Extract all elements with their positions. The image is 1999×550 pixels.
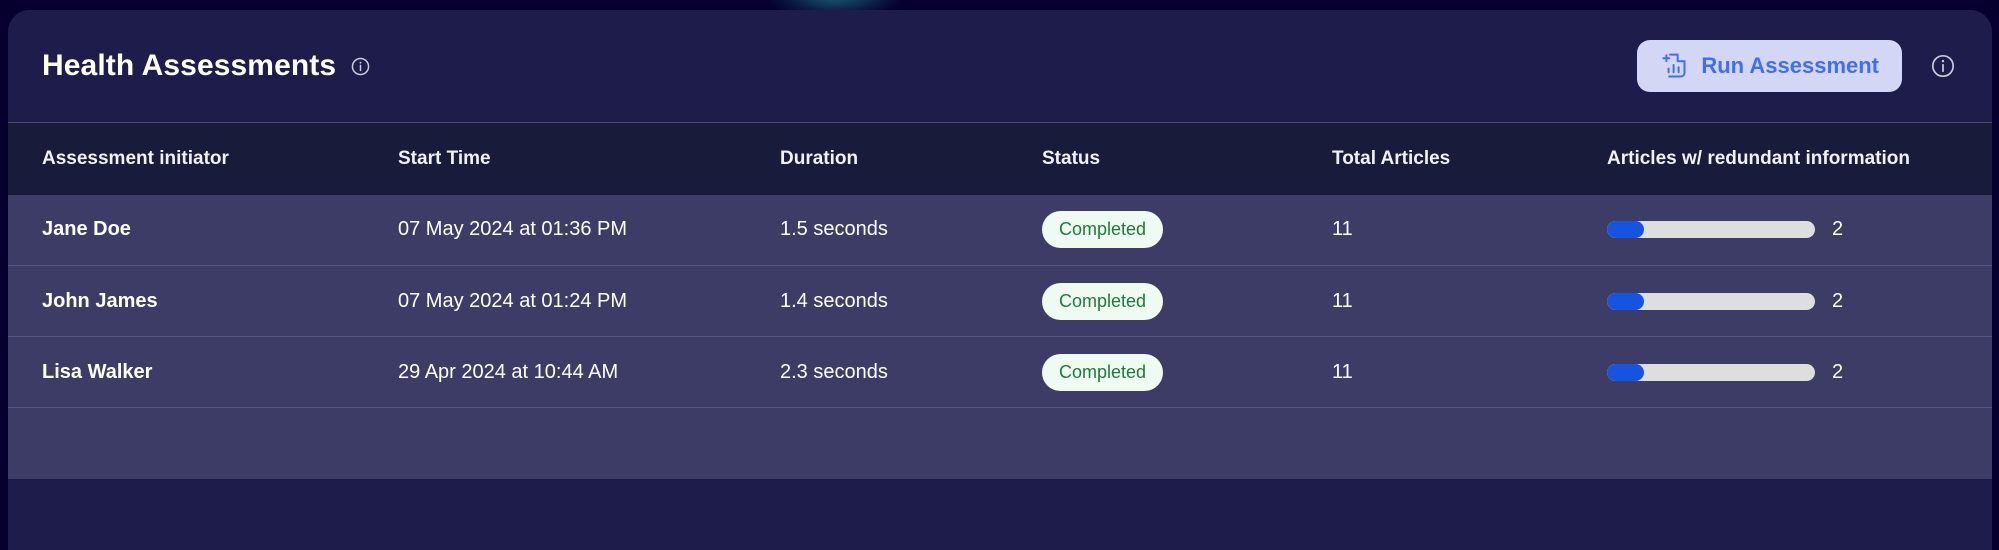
cell-status bbox=[1042, 408, 1332, 479]
health-assessments-card: Health Assessments Run Assessment Assess… bbox=[8, 10, 1992, 550]
card-header: Health Assessments Run Assessment bbox=[8, 10, 1992, 122]
status-badge: Completed bbox=[1042, 353, 1164, 391]
cell-start-time bbox=[398, 408, 780, 479]
cell-duration bbox=[780, 408, 1042, 479]
redundant-progress-bar bbox=[1607, 363, 1815, 381]
title-group: Health Assessments bbox=[42, 49, 371, 83]
cell-redundant-articles bbox=[1607, 408, 1992, 479]
cell-status: Completed bbox=[1042, 337, 1332, 408]
redundant-progress-fill bbox=[1607, 363, 1645, 381]
column-header-status[interactable]: Status bbox=[1042, 122, 1332, 195]
cell-status: Completed bbox=[1042, 266, 1332, 337]
cell-initiator bbox=[8, 408, 398, 479]
cell-total-articles: 11 bbox=[1332, 289, 1353, 312]
redundant-progress-fill bbox=[1607, 221, 1645, 239]
cell-redundant-articles: 2 bbox=[1607, 195, 1992, 266]
redundant-count: 2 bbox=[1832, 218, 1844, 241]
redundant-progress-fill bbox=[1607, 292, 1645, 310]
cell-initiator: Lisa Walker bbox=[42, 360, 153, 383]
cell-initiator: Jane Doe bbox=[42, 218, 131, 241]
redundant-count: 2 bbox=[1832, 289, 1844, 312]
cell-redundant-articles: 2 bbox=[1607, 266, 1992, 337]
table-row-partial[interactable] bbox=[8, 407, 1992, 479]
cell-status: Completed bbox=[1042, 195, 1332, 266]
status-badge: Completed bbox=[1042, 211, 1164, 249]
table-header: Assessment initiator Start Time Duration… bbox=[8, 122, 1992, 195]
run-assessment-button[interactable]: Run Assessment bbox=[1637, 40, 1902, 92]
cell-redundant-articles: 2 bbox=[1607, 337, 1992, 408]
redundant-progress-bar bbox=[1607, 221, 1815, 239]
cell-start-time: 29 Apr 2024 at 10:44 AM bbox=[398, 360, 619, 383]
column-header-redundant-articles[interactable]: Articles w/ redundant information bbox=[1607, 122, 1992, 195]
cell-total-articles: 11 bbox=[1332, 218, 1353, 241]
cell-start-time: 07 May 2024 at 01:24 PM bbox=[398, 289, 628, 312]
cell-duration: 1.4 seconds bbox=[780, 289, 888, 312]
column-header-initiator[interactable]: Assessment initiator bbox=[8, 122, 398, 195]
redundant-progress-bar bbox=[1607, 292, 1815, 310]
table-body: Jane Doe 07 May 2024 at 01:36 PM 1.5 sec… bbox=[8, 194, 1992, 479]
assessments-table: Assessment initiator Start Time Duration… bbox=[8, 122, 1992, 479]
column-header-total-articles[interactable]: Total Articles bbox=[1332, 122, 1607, 195]
column-header-duration[interactable]: Duration bbox=[780, 122, 1042, 195]
status-badge: Completed bbox=[1042, 282, 1164, 320]
table-row[interactable]: Lisa Walker 29 Apr 2024 at 10:44 AM 2.3 … bbox=[8, 336, 1992, 408]
cell-start-time: 07 May 2024 at 01:36 PM bbox=[398, 218, 628, 241]
column-header-start-time[interactable]: Start Time bbox=[398, 122, 780, 195]
run-assessment-label: Run Assessment bbox=[1701, 53, 1879, 78]
page-title: Health Assessments bbox=[42, 49, 337, 82]
table-header-row: Assessment initiator Start Time Duration… bbox=[8, 122, 1992, 195]
cell-duration: 1.5 seconds bbox=[780, 218, 888, 241]
table-row[interactable]: Jane Doe 07 May 2024 at 01:36 PM 1.5 sec… bbox=[8, 194, 1992, 266]
table-row[interactable]: John James 07 May 2024 at 01:24 PM 1.4 s… bbox=[8, 265, 1992, 337]
redundant-count: 2 bbox=[1832, 360, 1844, 383]
cell-total-articles: 11 bbox=[1332, 360, 1353, 383]
cell-initiator: John James bbox=[42, 289, 158, 312]
info-icon[interactable] bbox=[1930, 53, 1956, 79]
info-icon[interactable] bbox=[350, 56, 371, 77]
add-chart-icon bbox=[1660, 52, 1688, 80]
cell-duration: 2.3 seconds bbox=[780, 360, 888, 383]
cell-total-articles bbox=[1332, 408, 1607, 479]
